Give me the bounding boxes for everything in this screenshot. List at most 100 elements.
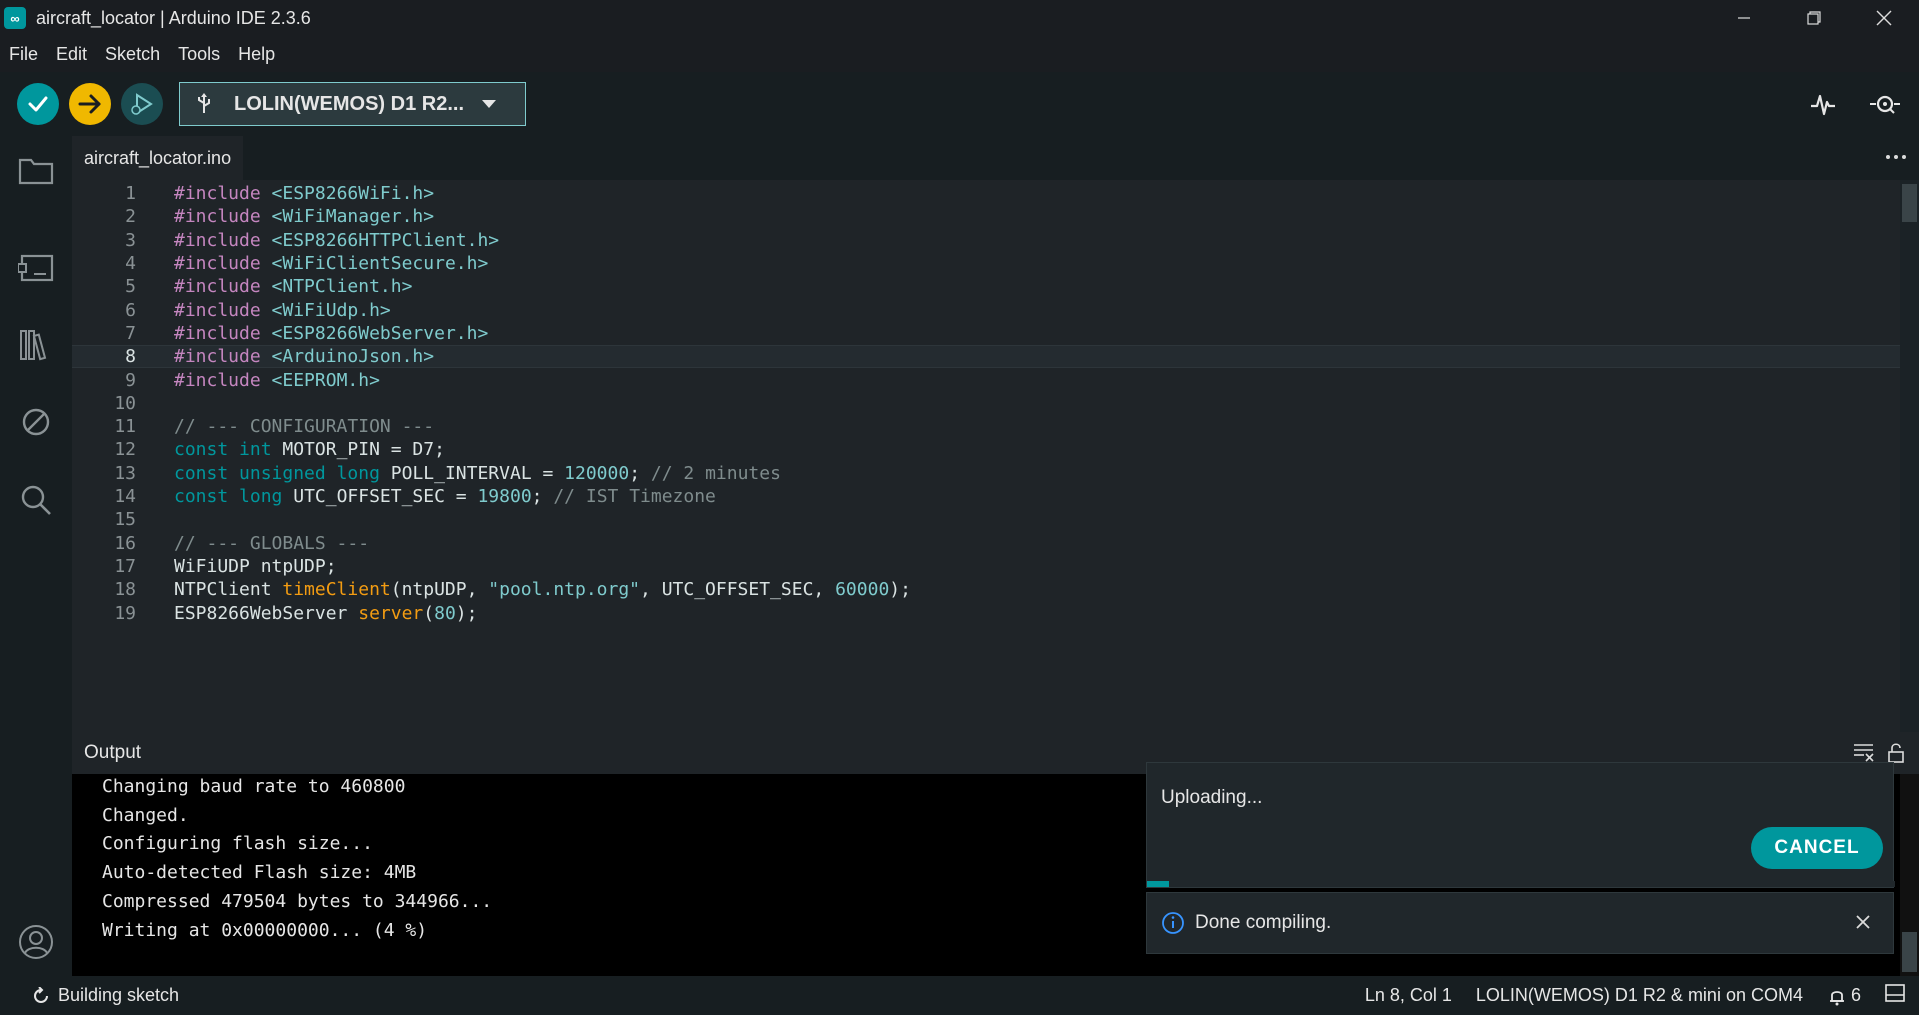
library-manager-button[interactable]: [14, 322, 58, 366]
search-button[interactable]: [14, 478, 58, 522]
chevron-down-icon: [482, 100, 496, 108]
code-line[interactable]: 4 #include <WiFiClientSecure.h>: [72, 252, 1900, 275]
line-number: 14: [114, 486, 136, 508]
serial-monitor-button[interactable]: [1865, 84, 1905, 124]
menu-tools[interactable]: Tools: [169, 36, 229, 72]
code-line[interactable]: 7 #include <ESP8266WebServer.h>: [72, 322, 1900, 345]
line-number: 13: [114, 462, 136, 484]
code-editor[interactable]: 1 #include <ESP8266WiFi.h> 2 #include <WiFi…: [72, 180, 1900, 732]
menu-bar: File Edit Sketch Tools Help: [0, 36, 1919, 72]
output-line: Configuring flash size...: [102, 833, 373, 854]
code-text: #include <WiFiClientSecure.h>: [174, 253, 489, 275]
search-icon: [21, 485, 51, 515]
code-text: // --- CONFIGURATION ---: [174, 416, 435, 438]
line-number: 9: [125, 369, 136, 391]
done-compiling-notification: Done compiling.: [1146, 892, 1894, 954]
code-text: #include <ESP8266WebServer.h>: [174, 322, 489, 344]
output-title: Output: [84, 742, 142, 763]
upload-button[interactable]: [69, 83, 111, 125]
output-scrollbar[interactable]: [1900, 774, 1919, 976]
sketchbook-button[interactable]: [14, 148, 58, 192]
sync-icon: [34, 986, 48, 1003]
close-notification-button[interactable]: [1849, 909, 1877, 937]
restore-icon: [1807, 11, 1821, 25]
code-line[interactable]: 6 #include <WiFiUdp.h>: [72, 299, 1900, 322]
code-line[interactable]: 19 ESP8266WebServer server(80);: [72, 601, 1900, 624]
user-icon: [19, 925, 53, 959]
profile-button[interactable]: [14, 920, 58, 964]
code-line[interactable]: 12 const int MOTOR_PIN = D7;: [72, 438, 1900, 461]
output-scroll-thumb[interactable]: [1902, 932, 1917, 972]
code-text: #include <NTPClient.h>: [174, 276, 413, 298]
menu-file[interactable]: File: [0, 36, 47, 72]
code-line[interactable]: 17 WiFiUDP ntpUDP;: [72, 555, 1900, 578]
restore-button[interactable]: [1779, 0, 1849, 36]
line-number: 10: [114, 392, 136, 414]
code-text: #include <EEPROM.h>: [174, 369, 380, 391]
window-title: aircraft_locator | Arduino IDE 2.3.6: [36, 7, 311, 28]
board-port-status[interactable]: LOLIN(WEMOS) D1 R2 & mini on COM4: [1476, 985, 1803, 1006]
line-number: 5: [125, 276, 136, 298]
code-text: // --- GLOBALS ---: [174, 532, 370, 554]
code-line[interactable]: 5 #include <NTPClient.h>: [72, 275, 1900, 298]
board-icon: [18, 254, 54, 282]
cancel-button[interactable]: CANCEL: [1751, 827, 1883, 869]
serial-monitor-icon: [1870, 95, 1900, 114]
code-line[interactable]: 13 const unsigned long POLL_INTERVAL = 12…: [72, 462, 1900, 485]
library-icon: [20, 330, 47, 361]
menu-sketch[interactable]: Sketch: [96, 36, 169, 72]
serial-plotter-icon: [1811, 94, 1835, 116]
minimize-icon: [1738, 17, 1750, 19]
debug-panel-button[interactable]: [14, 400, 58, 444]
code-line[interactable]: 14 const long UTC_OFFSET_SEC = 19800; // …: [72, 485, 1900, 508]
menu-edit[interactable]: Edit: [47, 36, 96, 72]
ellipsis-icon: [1886, 155, 1906, 159]
title-bar: ∞ aircraft_locator | Arduino IDE 2.3.6: [0, 0, 1919, 36]
code-line[interactable]: 2 #include <WiFiManager.h>: [72, 205, 1900, 228]
panel-icon: [1885, 984, 1905, 1002]
code-line[interactable]: 11 // --- CONFIGURATION ---: [72, 415, 1900, 438]
arduino-logo-icon: ∞: [4, 7, 26, 29]
line-number: 7: [125, 322, 136, 344]
close-icon: [1856, 915, 1870, 929]
boards-manager-button[interactable]: [14, 246, 58, 290]
notifications-button[interactable]: 6: [1827, 985, 1861, 1006]
no-debug-icon: [22, 408, 50, 436]
board-name: LOLIN(WEMOS) D1 R2...: [234, 92, 464, 115]
toolbar: LOLIN(WEMOS) D1 R2...: [0, 72, 1919, 136]
tab-aircraft-locator[interactable]: aircraft_locator.ino: [72, 136, 244, 180]
editor-scrollbar[interactable]: [1900, 180, 1919, 732]
code-line[interactable]: 8 #include <ArduinoJson.h>: [72, 345, 1900, 369]
serial-plotter-button[interactable]: [1803, 84, 1843, 124]
code-text: WiFiUDP ntpUDP;: [174, 555, 337, 577]
code-line[interactable]: 15: [72, 508, 1900, 531]
more-options-button[interactable]: [1881, 144, 1911, 172]
code-line[interactable]: 10: [72, 392, 1900, 415]
line-number: 15: [114, 509, 136, 531]
build-status: Building sketch: [58, 985, 180, 1005]
output-line: Changed.: [102, 805, 189, 826]
cursor-position[interactable]: Ln 8, Col 1: [1365, 985, 1452, 1006]
line-number: 17: [114, 555, 136, 577]
code-line[interactable]: 9 #include <EEPROM.h>: [72, 368, 1900, 391]
upload-status-text: Uploading...: [1161, 787, 1263, 808]
status-bar: Building sketch Ln 8, Col 1 LOLIN(WEMOS)…: [0, 976, 1919, 1015]
code-line[interactable]: 16 // --- GLOBALS ---: [72, 532, 1900, 555]
close-window-button[interactable]: [1849, 0, 1919, 36]
toggle-panel-button[interactable]: [1885, 984, 1905, 1007]
line-number: 12: [114, 439, 136, 461]
code-line[interactable]: 3 #include <ESP8266HTTPClient.h>: [72, 229, 1900, 252]
line-number: 4: [125, 253, 136, 275]
line-number: 6: [125, 299, 136, 321]
debug-button[interactable]: [121, 83, 163, 125]
verify-button[interactable]: [17, 83, 59, 125]
code-line[interactable]: 1 #include <ESP8266WiFi.h>: [72, 182, 1900, 205]
clear-output-icon: [1854, 744, 1874, 762]
output-line: Writing at 0x00000000... (4 %): [102, 920, 428, 941]
board-selector[interactable]: LOLIN(WEMOS) D1 R2...: [179, 82, 526, 126]
minimize-button[interactable]: [1709, 0, 1779, 36]
code-line[interactable]: 18 NTPClient timeClient(ntpUDP, "pool.ntp…: [72, 578, 1900, 601]
info-icon: [1162, 912, 1184, 934]
editor-scroll-thumb[interactable]: [1902, 184, 1917, 222]
menu-help[interactable]: Help: [229, 36, 284, 72]
